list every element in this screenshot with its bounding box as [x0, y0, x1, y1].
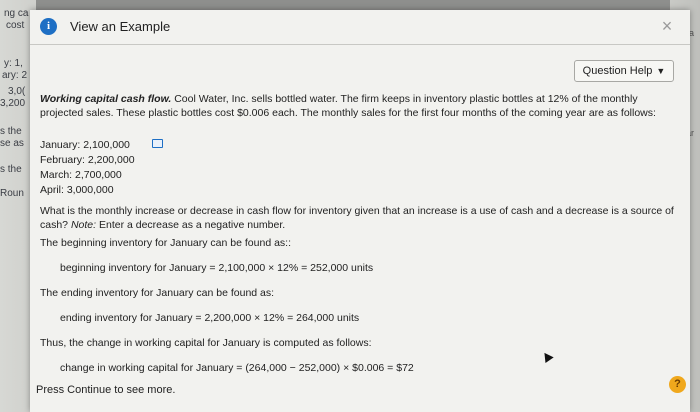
- bg-fragment: cost: [6, 20, 25, 31]
- copy-data-icon[interactable]: [152, 139, 163, 148]
- continue-prompt: Press Continue to see more.: [36, 384, 176, 396]
- problem-statement: Working capital cash flow. Cool Water, I…: [40, 92, 660, 120]
- question-text: What is the monthly increase or decrease…: [40, 204, 680, 232]
- sales-item: January: 2,100,000: [40, 139, 130, 151]
- question-help-label: Question Help: [582, 65, 653, 77]
- dialog-header: i View an Example ×: [30, 10, 690, 45]
- solution-step: The ending inventory for January can be …: [40, 287, 275, 299]
- bg-fragment: 3,0(: [8, 86, 26, 97]
- close-icon[interactable]: ×: [658, 17, 676, 35]
- sales-item: April: 3,000,000: [40, 184, 114, 196]
- bg-fragment: y: 1,: [4, 58, 23, 69]
- worked-solution: What is the monthly increase or decrease…: [40, 204, 680, 375]
- solution-formula: change in working capital for January = …: [60, 362, 414, 374]
- example-dialog: i View an Example × Question Help ▼ Worki…: [30, 10, 690, 412]
- monthly-sales-list: January: 2,100,000 February: 2,200,000 M…: [40, 138, 135, 198]
- sales-item: February: 2,200,000: [40, 154, 135, 166]
- bg-fragment: s the: [0, 164, 22, 175]
- bg-fragment: s the: [0, 126, 22, 137]
- dialog-title: View an Example: [70, 19, 171, 34]
- bg-fragment: 3,200: [0, 98, 26, 109]
- info-icon: i: [40, 18, 57, 35]
- question-help-button[interactable]: Question Help ▼: [574, 60, 674, 82]
- solution-formula: ending inventory for January = 2,200,000…: [60, 312, 360, 324]
- sales-item: March: 2,700,000: [40, 169, 122, 181]
- chevron-down-icon: ▼: [656, 66, 666, 76]
- bg-fragment: Roun: [0, 188, 24, 199]
- solution-step: The beginning inventory for January can …: [40, 237, 291, 249]
- note-label: Note:: [70, 219, 97, 231]
- bg-fragment: ng ca: [4, 8, 29, 19]
- help-icon[interactable]: ?: [669, 376, 686, 393]
- bg-fragment: se as: [0, 138, 24, 149]
- solution-formula: beginning inventory for January = 2,100,…: [60, 262, 374, 274]
- note-text: Enter a decrease as a negative number.: [98, 219, 286, 231]
- problem-lead: Working capital cash flow.: [40, 93, 172, 105]
- bg-fragment: ary: 2: [2, 70, 28, 81]
- solution-step: Thus, the change in working capital for …: [40, 337, 372, 349]
